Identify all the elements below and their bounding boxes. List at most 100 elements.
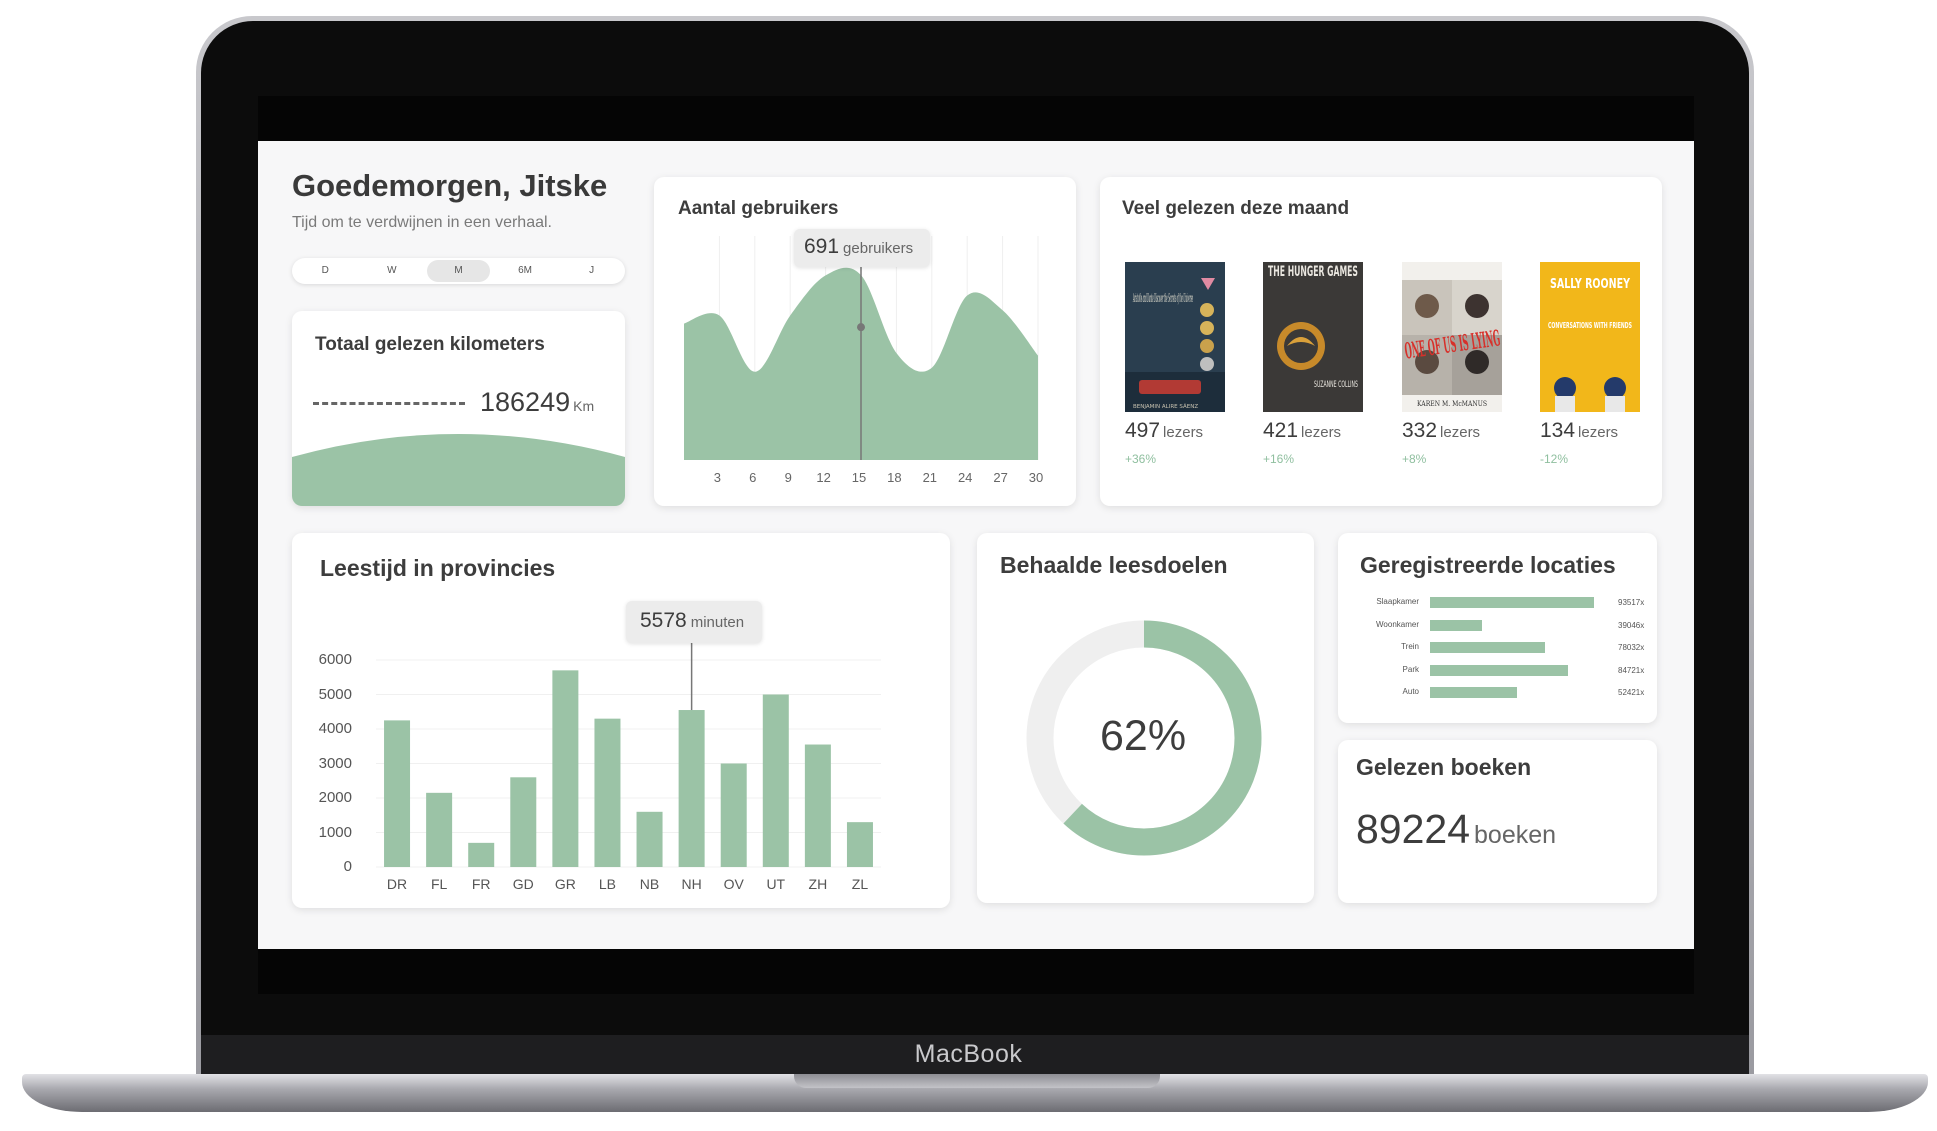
users-x-tick: 3 [713, 470, 722, 485]
book-cover-2-text: THE HUNGER GAMES [1268, 264, 1358, 280]
location-bar [1430, 687, 1517, 698]
provinces-tooltip: 5578 minuten [626, 601, 762, 643]
book-1-count-value: 497 [1125, 419, 1161, 442]
km-dashed-line [313, 402, 465, 405]
provinces-x-tick: FL [430, 876, 448, 892]
page-title: Goedemorgen, Jitske [292, 168, 608, 203]
book-4-count-unit: lezers [1578, 424, 1619, 441]
books-read-title: Gelezen boeken [1356, 754, 1532, 780]
location-label: Park [1402, 664, 1419, 674]
location-value: 52421x [1618, 688, 1645, 697]
km-value: 186249 Km [480, 387, 594, 418]
location-value: 39046x [1618, 620, 1645, 630]
provinces-bar-zl [846, 822, 873, 867]
range-option-6-months[interactable]: 6M [494, 260, 557, 282]
users-tooltip-unit: gebruikers [843, 240, 914, 257]
locations-card-title: Geregistreerde locaties [1360, 552, 1616, 578]
range-option-month[interactable]: M [427, 260, 490, 282]
users-x-tick: 18 [887, 470, 902, 485]
provinces-y-tick: 5000 [318, 685, 352, 703]
provinces-bar-ut [762, 694, 789, 867]
users-tooltip-value: 691 [804, 235, 840, 258]
books-read-unit: boeken [1474, 821, 1557, 849]
provinces-tooltip-unit: minuten [690, 614, 745, 631]
users-x-tick: 24 [957, 470, 973, 485]
provinces-bar-gr [552, 670, 579, 867]
laptop-brand-label: MacBook [914, 1040, 1023, 1068]
book-cover-1-text: Aristotle and Dante Discover the Secrets… [1133, 291, 1193, 305]
book-4-count-value: 134 [1540, 419, 1576, 442]
books-read-value: 89224 boeken [1356, 806, 1556, 853]
provinces-bar-fl [426, 792, 453, 867]
location-value: 84721x [1618, 665, 1645, 675]
users-area-chart [684, 236, 1039, 460]
book-2-count-unit: lezers [1301, 424, 1342, 441]
provinces-tooltip-value: 5578 [640, 609, 687, 632]
provinces-y-tick: 0 [343, 858, 352, 875]
km-card-title: Totaal gelezen kilometers [315, 334, 545, 355]
book-cover-4-text: SALLY ROONEY [1550, 277, 1630, 292]
users-x-tick: 9 [784, 470, 792, 485]
book-cover-3-author: KAREN M. McMANUS [1417, 400, 1487, 408]
page-subtitle: Tijd om te verdwijnen in een verhaal. [292, 214, 552, 231]
book-2-count-value: 421 [1263, 419, 1299, 442]
location-value: 93517x [1618, 598, 1645, 607]
provinces-bar-chart [376, 640, 881, 868]
users-x-tick: 15 [851, 470, 867, 485]
book-1-count-unit: lezers [1163, 424, 1204, 441]
book-cover-2-author: SUZANNE COLLINS [1314, 380, 1358, 390]
book-1-count: 497 lezers [1125, 419, 1203, 443]
provinces-bar-nb [636, 811, 663, 867]
location-label: Slaapkamer [1376, 597, 1419, 606]
provinces-x-tick: NH [681, 876, 702, 892]
book-4-count: 134 lezers [1540, 419, 1618, 443]
location-bar [1430, 642, 1545, 653]
location-bar [1430, 619, 1483, 631]
book-4-change: -12% [1540, 452, 1569, 466]
location-label: Trein [1401, 642, 1419, 651]
provinces-x-tick: LB [598, 876, 617, 892]
provinces-y-tick: 4000 [318, 720, 352, 737]
provinces-y-tick: 2000 [318, 789, 352, 806]
range-option-day[interactable]: D [294, 260, 357, 282]
range-option-year[interactable]: J [560, 260, 623, 282]
provinces-x-tick: ZH [808, 876, 828, 892]
book-3-change: +8% [1402, 452, 1427, 466]
km-number: 186249 [480, 387, 571, 417]
book-cover-aristotle-and-dante[interactable]: Aristotle and Dante Discover the Secrets… [1125, 262, 1225, 412]
location-label: Auto [1402, 687, 1419, 696]
provinces-bar-dr [384, 720, 411, 867]
users-x-tick: 30 [1028, 470, 1044, 485]
provinces-x-tick: OV [723, 876, 744, 892]
users-card-title: Aantal gebruikers [678, 198, 839, 219]
provinces-x-tick: NB [639, 876, 660, 892]
provinces-bar-zh [804, 744, 831, 867]
range-option-week[interactable]: W [361, 260, 424, 282]
book-cover-hunger-games[interactable]: THE HUNGER GAMES SUZANNE COLLINS [1263, 262, 1363, 412]
provinces-x-tick: UT [766, 876, 786, 892]
provinces-bar-gd [510, 777, 537, 867]
location-bar [1430, 597, 1594, 608]
books-read-number: 89224 [1356, 806, 1471, 852]
location-bar [1430, 664, 1568, 676]
book-cover-4-subtitle: CONVERSATIONS WITH FRIENDS [1548, 321, 1632, 330]
book-2-change: +16% [1263, 452, 1295, 466]
book-3-count: 332 lezers [1402, 419, 1480, 443]
book-1-change: +36% [1125, 452, 1157, 466]
book-cover-1-author: BENJAMIN ALIRE SÁENZ [1133, 403, 1198, 410]
users-marker-point [857, 323, 865, 332]
provinces-x-tick: ZL [851, 876, 869, 892]
provinces-y-tick: 1000 [318, 823, 352, 841]
book-3-count-unit: lezers [1440, 424, 1481, 441]
laptop-notch [794, 1074, 1160, 1088]
provinces-x-tick: GD [512, 876, 534, 892]
provinces-y-tick: 6000 [318, 651, 352, 668]
reading-goals-percent: 62% [1100, 712, 1187, 760]
location-value: 78032x [1618, 643, 1645, 652]
book-cover-conversations-with-friends[interactable]: SALLY ROONEY CONVERSATIONS WITH FRIENDS [1540, 262, 1640, 412]
book-cover-one-of-us-is-lying[interactable]: ONE OF US IS LYING KAREN M. McMANUS [1402, 262, 1502, 412]
popular-books-title: Veel gelezen deze maand [1122, 198, 1350, 219]
provinces-x-tick: DR [386, 876, 408, 892]
provinces-bar-lb [594, 718, 621, 867]
time-range-selector: D W M 6M J [292, 258, 625, 284]
